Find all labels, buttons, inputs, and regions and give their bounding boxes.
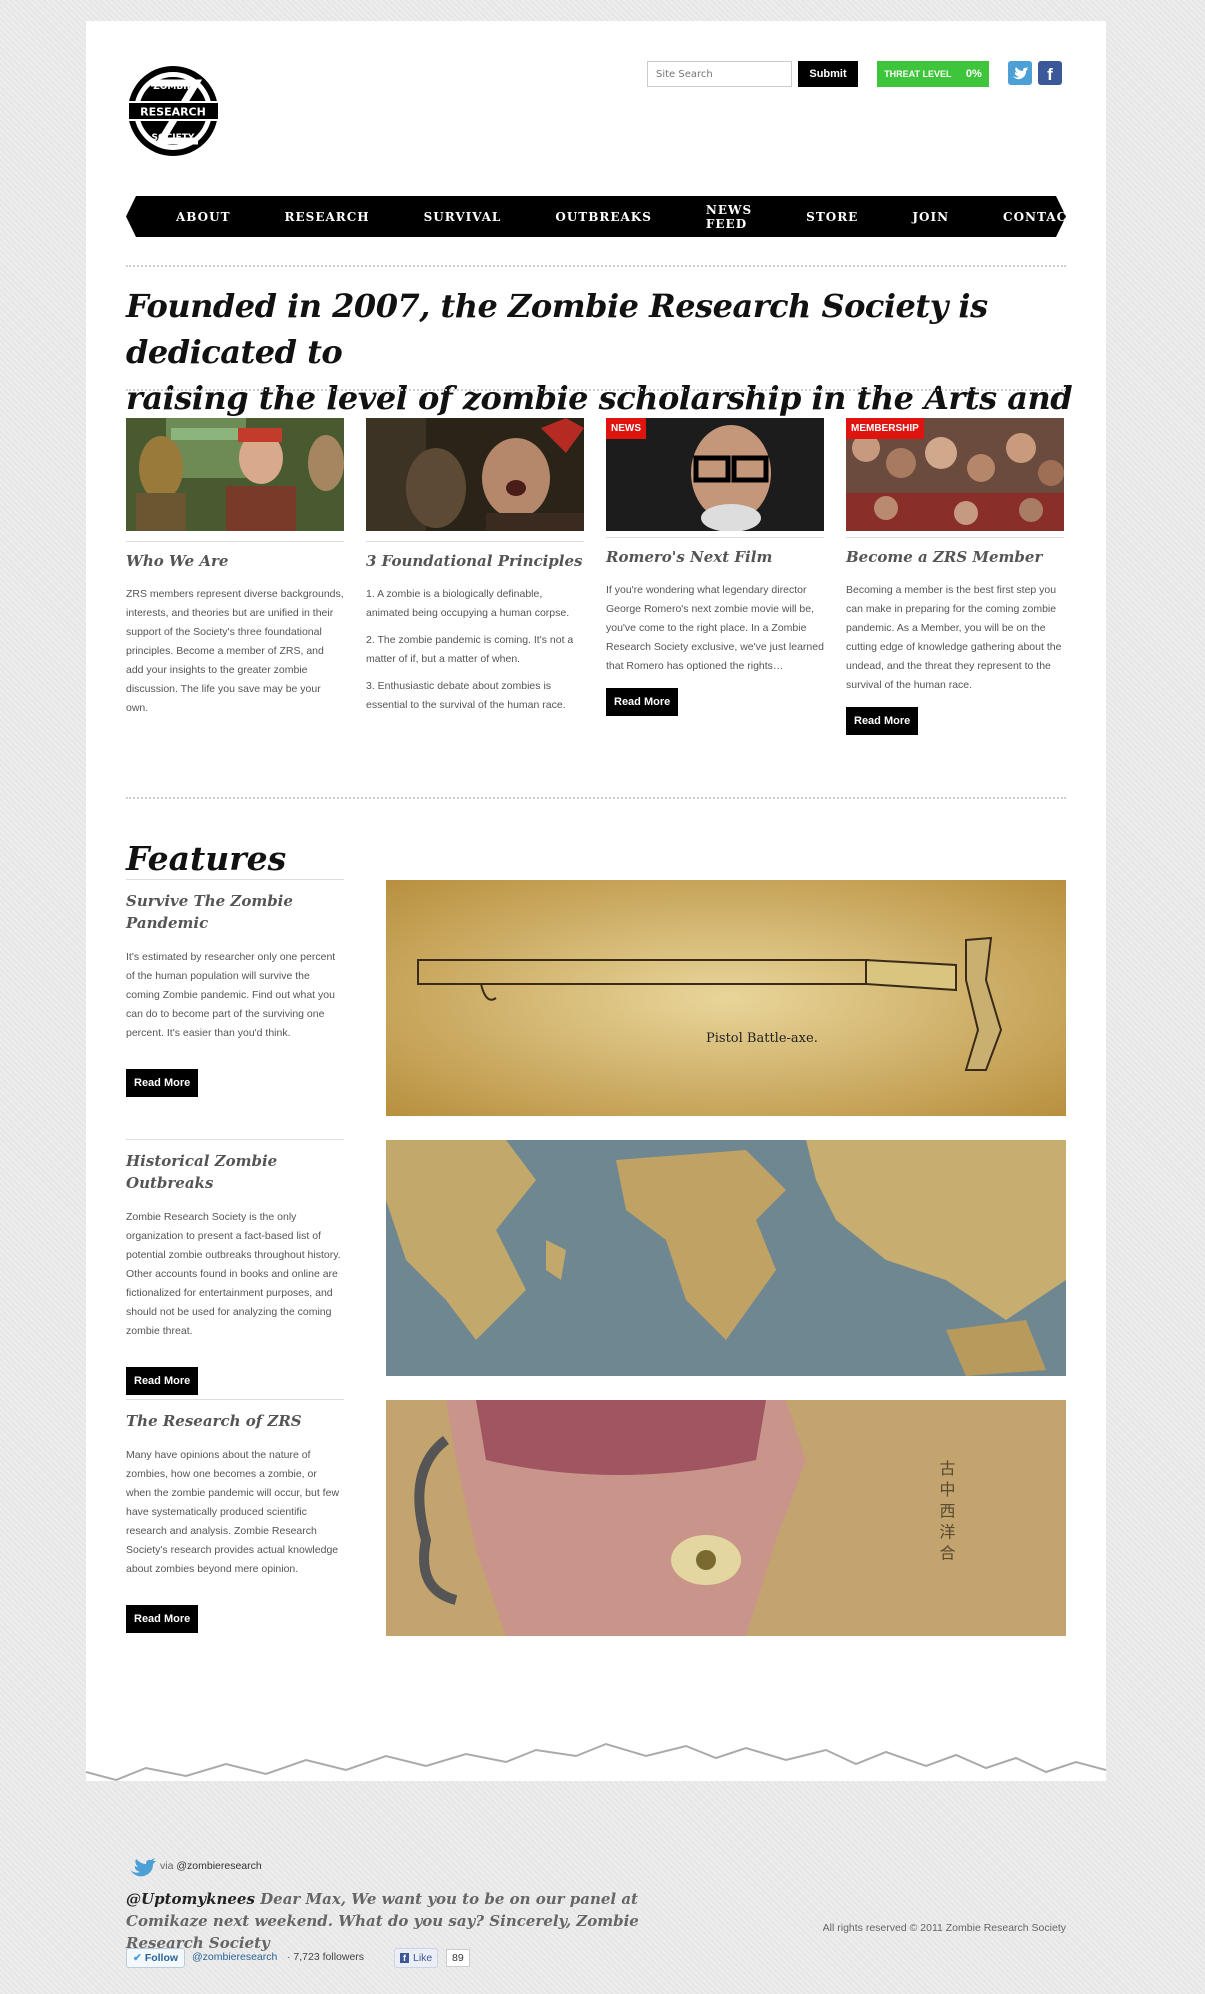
site-search-input[interactable] xyxy=(647,61,792,87)
card-image-zombies[interactable] xyxy=(126,418,344,531)
follow-label: Follow xyxy=(144,1952,179,1964)
feature-rule xyxy=(126,879,344,880)
torn-paper-edge xyxy=(86,1700,1106,1782)
card-title[interactable]: 3 Foundational Principles xyxy=(366,552,584,570)
like-count: 89 xyxy=(446,1949,470,1967)
logo-text-research: RESEARCH xyxy=(140,106,206,119)
card-text: ZRS members represent diverse background… xyxy=(126,588,344,714)
feature-text: Many have opinions about the nature of z… xyxy=(126,1449,340,1575)
twitter-bird-icon xyxy=(130,1858,156,1877)
card-title[interactable]: Who We Are xyxy=(126,552,344,570)
facebook-glyph: f xyxy=(1047,65,1053,84)
feature-title[interactable]: Survive The Zombie Pandemic xyxy=(126,890,344,934)
card-who-we-are: Who We Are ZRS members represent diverse… xyxy=(126,418,344,718)
feature-text: Zombie Research Society is the only orga… xyxy=(126,1211,341,1337)
divider xyxy=(126,265,1066,267)
nav-store[interactable]: STORE xyxy=(806,210,858,224)
read-more-button[interactable]: Read More xyxy=(606,688,679,716)
divider xyxy=(126,389,1066,391)
search-submit-button[interactable]: Submit xyxy=(798,61,858,87)
like-label: Like xyxy=(413,1952,433,1964)
card-title[interactable]: Become a ZRS Member xyxy=(846,548,1064,566)
card-rule xyxy=(606,537,824,538)
features-heading: Features xyxy=(126,839,287,878)
nav-research[interactable]: RESEARCH xyxy=(285,210,370,224)
card-image-crowd[interactable]: MEMBERSHIP xyxy=(846,418,1064,531)
card-text: 2. The zombie pandemic is coming. It's n… xyxy=(366,634,574,665)
facebook-icon[interactable]: f xyxy=(1038,61,1062,85)
read-more-button[interactable]: Read More xyxy=(126,1605,199,1633)
card-text: If you're wondering what legendary direc… xyxy=(606,584,824,672)
read-more-button[interactable]: Read More xyxy=(126,1367,199,1395)
card-rule xyxy=(846,537,1064,538)
nav-news-feed[interactable]: NEWS FEED xyxy=(706,203,752,231)
feature-text: It's estimated by researcher only one pe… xyxy=(126,951,336,1039)
logo-text-society: SOCIETY xyxy=(152,133,195,143)
hero-line-1: Founded in 2007, the Zombie Research Soc… xyxy=(126,287,988,371)
twitter-icon[interactable] xyxy=(1008,61,1032,85)
card-membership: MEMBERSHIP Become a ZRS Member Becoming … xyxy=(846,418,1064,735)
read-more-button[interactable]: Read More xyxy=(846,707,919,735)
threat-level-label: THREAT LEVEL xyxy=(884,69,952,79)
threat-level-value: 0% xyxy=(965,68,982,80)
follower-count: · 7,723 followers xyxy=(287,1951,365,1963)
nav-contact[interactable]: CONTACT xyxy=(1003,210,1077,224)
card-text: Becoming a member is the best first step… xyxy=(846,584,1062,691)
twitter-follow-button[interactable]: ✔ Follow xyxy=(126,1948,186,1968)
card-rule xyxy=(366,541,584,542)
feature-image-battle-axe[interactable]: Pistol Battle-axe. xyxy=(386,880,1066,1116)
feature-image-world-map[interactable] xyxy=(386,1140,1066,1376)
divider xyxy=(126,797,1066,799)
via-line: via @zombieresearch xyxy=(160,1860,262,1872)
threat-level-badge[interactable]: THREAT LEVEL 0% xyxy=(877,61,989,87)
card-text: 3. Enthusiastic debate about zombies is … xyxy=(366,680,566,711)
feature-image-anatomy[interactable]: 古 中 西 洋 合 xyxy=(386,1400,1066,1636)
feature-rule xyxy=(126,1139,344,1140)
card-text: 1. A zombie is a biologically definable,… xyxy=(366,588,570,619)
via-handle-link[interactable]: @zombieresearch xyxy=(176,1860,261,1872)
latest-tweet: @Uptomyknees Dear Max, We want you to be… xyxy=(126,1888,686,1954)
feature-outbreaks: Historical Zombie Outbreaks Zombie Resea… xyxy=(126,1139,344,1395)
facebook-like-button[interactable]: f Like xyxy=(394,1948,439,1968)
page-container: RESEARCH ZOMBIE SOCIETY Submit THREAT LE… xyxy=(86,21,1106,1781)
feature-research: The Research of ZRS Many have opinions a… xyxy=(126,1399,344,1633)
nav-about[interactable]: ABOUT xyxy=(176,210,231,224)
main-nav: ABOUT RESEARCH SURVIVAL OUTBREAKS NEWS F… xyxy=(126,196,1066,237)
follow-check-icon: ✔ xyxy=(133,1952,142,1964)
anatomy-script: 古 中 西 洋 合 xyxy=(937,1460,956,1560)
card-principles: 3 Foundational Principles 1. A zombie is… xyxy=(366,418,584,715)
card-image-screaming[interactable] xyxy=(366,418,584,531)
card-image-romero[interactable]: NEWS xyxy=(606,418,824,531)
logo-text-zombie: ZOMBIE xyxy=(153,82,193,92)
feature-rule xyxy=(126,1399,344,1400)
card-romero: NEWS Romero's Next Film If you're wonder… xyxy=(606,418,824,716)
news-tag[interactable]: NEWS xyxy=(606,418,646,439)
tweet-user-link[interactable]: @Uptomyknees xyxy=(126,1890,255,1908)
nav-survival[interactable]: SURVIVAL xyxy=(424,210,502,224)
via-prefix: via xyxy=(160,1860,174,1872)
copyright-text: All rights reserved © 2011 Zombie Resear… xyxy=(822,1922,1066,1934)
membership-tag[interactable]: MEMBERSHIP xyxy=(846,418,924,439)
read-more-button[interactable]: Read More xyxy=(126,1069,199,1097)
zrs-logo[interactable]: RESEARCH ZOMBIE SOCIETY xyxy=(126,61,221,161)
facebook-like-icon: f xyxy=(400,1953,409,1963)
card-title[interactable]: Romero's Next Film xyxy=(606,548,824,566)
card-rule xyxy=(126,541,344,542)
follow-handle-link[interactable]: @zombieresearch xyxy=(192,1951,277,1963)
nav-outbreaks[interactable]: OUTBREAKS xyxy=(555,210,652,224)
nav-join[interactable]: JOIN xyxy=(912,210,949,224)
feature-survive: Survive The Zombie Pandemic It's estimat… xyxy=(126,879,344,1097)
feature-title[interactable]: The Research of ZRS xyxy=(126,1410,344,1432)
battle-axe-caption: Pistol Battle-axe. xyxy=(706,1031,818,1046)
feature-title[interactable]: Historical Zombie Outbreaks xyxy=(126,1150,344,1194)
